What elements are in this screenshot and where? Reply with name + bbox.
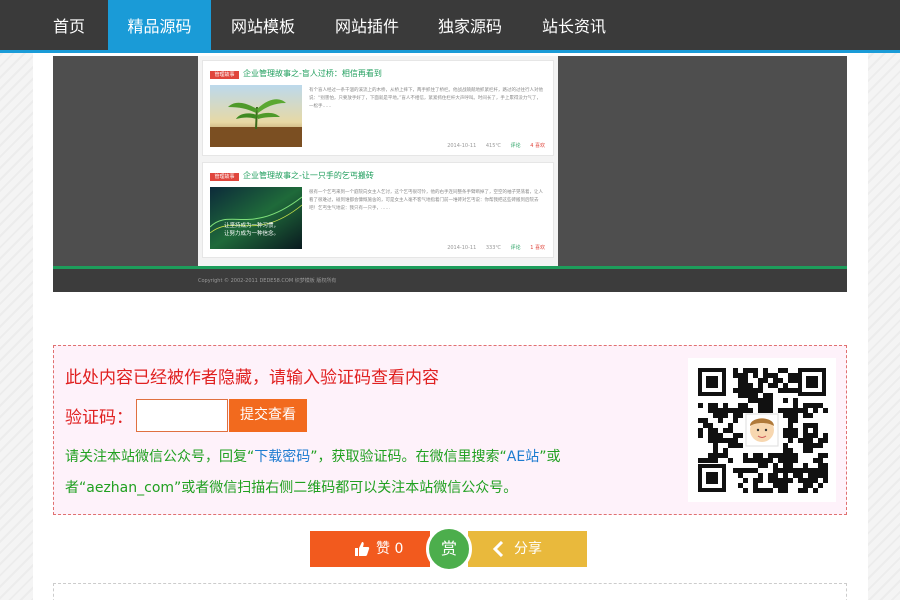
article-title: 企业管理故事之-盲人过桥：相信再看到 (243, 69, 382, 78)
note-text: ”，获取验证码。在微信里搜索“ (310, 449, 507, 465)
nav-item-premium-source[interactable]: 精品源码 (108, 0, 211, 53)
thumb-text-line-1: 让坚持成为一种习惯， (224, 221, 279, 229)
nav-item-templates[interactable]: 网站模板 (215, 0, 311, 53)
submit-view-button[interactable]: 提交查看 (229, 399, 307, 432)
article-meta: 2014-10-11 333℃ 评论 1 喜欢 (439, 244, 545, 251)
preview-copyright: Copyright © 2002-2011 DEDE58.COM 织梦模板 版权… (198, 278, 337, 284)
article-likes: 1 喜欢 (530, 245, 545, 251)
note-keyword: 下载密码 (254, 449, 311, 465)
article-meta: 2014-10-11 415℃ 评论 4 喜欢 (439, 142, 545, 149)
verify-code-input[interactable] (136, 399, 228, 432)
next-section-box (53, 583, 847, 600)
like-count-label: 赞 0 (376, 541, 404, 557)
nav-item-exclusive-source[interactable]: 独家源码 (422, 0, 518, 53)
hidden-content-box: 此处内容已经被作者隐藏，请输入验证码查看内容 验证码： 提交查看 请关注本站微信… (53, 345, 847, 515)
note-ae-keyword: AE站 (506, 449, 540, 465)
preview-article-card: 管理故事 企业管理故事之-盲人过桥：相信再看到 有个盲人经过一条干涸的溪流上的木… (202, 60, 554, 156)
share-label: 分享 (514, 541, 542, 557)
main-nav: 首页 精品源码 网站模板 网站插件 独家源码 站长资讯 (0, 0, 900, 53)
article-thumbnail (210, 85, 302, 147)
article-title: 企业管理故事之-让一只手的乞丐搬砖 (243, 171, 374, 180)
article-comments: 评论 (510, 245, 521, 251)
article-excerpt: 很有一个乞丐来到一个庭院向女主人乞讨，这个乞丐很可怜，他的右手连同整条手臂断掉了… (309, 190, 543, 211)
article-thumbnail: 让坚持成为一种习惯， 让努力成为一种信念。 (210, 187, 302, 249)
article-date: 2014-10-11 (447, 245, 477, 251)
nav-item-webmaster-news[interactable]: 站长资讯 (526, 0, 622, 53)
nav-item-plugins[interactable]: 网站插件 (319, 0, 415, 53)
hidden-content-title: 此处内容已经被作者隐藏，请输入验证码查看内容 (65, 368, 439, 388)
nav-item-home[interactable]: 首页 (37, 0, 101, 53)
share-button[interactable]: 分享 (468, 531, 587, 567)
note-text: 请关注本站微信公众号，回复“ (65, 449, 255, 465)
article-views: 333℃ (485, 245, 502, 251)
article-likes: 4 喜欢 (530, 143, 545, 149)
verify-code-label: 验证码： (65, 408, 133, 428)
article-views: 415℃ (485, 143, 502, 149)
template-preview-image: 管理故事 企业管理故事之-盲人过桥：相信再看到 有个盲人经过一条干涸的溪流上的木… (53, 56, 847, 292)
article-date: 2014-10-11 (447, 143, 477, 149)
preview-article-card: 管理故事 企业管理故事之-让一只手的乞丐搬砖 让坚持成为一种习惯， 让努力成为一… (202, 162, 554, 258)
article-excerpt: 有个盲人经过一条干涸的溪流上的木桥，从桥上摔下，两手抓住了桥栏。他战战兢兢地抓紧… (309, 88, 543, 109)
category-badge: 管理故事 (210, 173, 239, 181)
category-badge: 管理故事 (210, 71, 239, 79)
article-comments: 评论 (510, 143, 521, 149)
wechat-instructions: 请关注本站微信公众号，回复“下载密码”，获取验证码。在微信里搜索“AE站”或者“… (65, 442, 675, 504)
like-button[interactable]: 赞 0 (310, 531, 430, 567)
reward-button[interactable]: 赏 (426, 526, 472, 572)
preview-page: 管理故事 企业管理故事之-盲人过桥：相信再看到 有个盲人经过一条干涸的溪流上的木… (198, 56, 558, 266)
thumbs-up-icon (355, 542, 370, 556)
preview-footer: Copyright © 2002-2011 DEDE58.COM 织梦模板 版权… (53, 266, 847, 292)
thumb-text-line-2: 让努力成为一种信念。 (224, 229, 279, 237)
wechat-qr-code (688, 358, 836, 502)
share-icon (492, 541, 504, 557)
